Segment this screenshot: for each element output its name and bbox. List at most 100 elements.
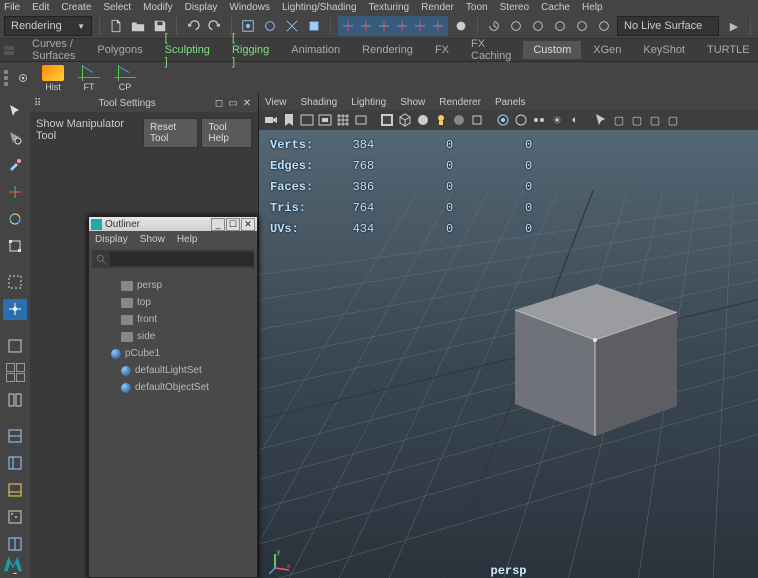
shelf-item-hist[interactable]: Hist	[38, 65, 68, 92]
vp-shadows-icon[interactable]	[451, 112, 467, 128]
history-icon[interactable]	[507, 17, 525, 35]
module-dropdown[interactable]: Rendering ▼	[4, 16, 92, 36]
shelf-tab-keyshot[interactable]: KeyShot	[633, 41, 695, 59]
vp-2d-pan-icon[interactable]	[317, 112, 333, 128]
history-icon[interactable]	[573, 17, 591, 35]
marquee-tool-icon[interactable]	[3, 272, 27, 293]
vp-prev-icon[interactable]	[593, 112, 609, 128]
snap-curve-icon[interactable]	[357, 17, 375, 35]
menu-edit[interactable]: Edit	[32, 2, 49, 13]
vp-gamma-icon[interactable]: ◐	[567, 112, 583, 128]
outliner-item-top[interactable]: top	[93, 294, 253, 311]
outliner-menu-display[interactable]: Display	[95, 234, 128, 245]
shelf-tab-fx[interactable]: FX	[425, 41, 459, 59]
layout-single-icon[interactable]	[3, 335, 27, 356]
viewport-3d[interactable]: Verts:38400 Edges:76800 Faces:38600 Tris…	[259, 130, 758, 578]
shelf-tab-polygons[interactable]: Polygons	[87, 41, 152, 59]
reset-tool-button[interactable]: Reset Tool	[143, 118, 198, 148]
vp-panel2-icon[interactable]: ▢	[647, 112, 663, 128]
vp-isolate-icon[interactable]	[469, 112, 485, 128]
layout-persp-icon[interactable]	[3, 426, 27, 447]
menu-help[interactable]: Help	[582, 2, 603, 13]
vp-xray-icon[interactable]	[513, 112, 529, 128]
outliner-menu-help[interactable]: Help	[177, 234, 198, 245]
shelf-tab-rigging[interactable]: [ Rigging ]	[222, 29, 279, 71]
vp-lights-icon[interactable]	[433, 112, 449, 128]
live-surface-field[interactable]: No Live Surface	[617, 16, 719, 36]
new-scene-icon[interactable]	[107, 17, 125, 35]
close-icon[interactable]: ✕	[240, 96, 254, 110]
rotate-tool-icon[interactable]	[3, 208, 27, 229]
vp-menu-view[interactable]: View	[265, 97, 287, 108]
dock-icon[interactable]: ◻	[212, 96, 226, 110]
shelf-tab-custom[interactable]: Custom	[523, 41, 581, 59]
popout-icon[interactable]: ▭	[226, 96, 240, 110]
sel-mask-icon[interactable]	[283, 17, 301, 35]
vp-wireframe-icon[interactable]	[397, 112, 413, 128]
sel-mask-icon[interactable]	[305, 17, 323, 35]
vp-gate-mask-icon[interactable]	[379, 112, 395, 128]
outliner-item-side[interactable]: side	[93, 328, 253, 345]
overflow-icon[interactable]: ▶	[725, 17, 743, 35]
vp-next-icon[interactable]: ▢	[611, 112, 627, 128]
vp-smooth-shade-icon[interactable]	[415, 112, 431, 128]
menu-stereo[interactable]: Stereo	[500, 2, 529, 13]
outliner-item-lightset[interactable]: defaultLightSet	[93, 362, 253, 379]
lasso-tool-icon[interactable]	[3, 127, 27, 148]
layout-outliner-icon[interactable]	[3, 453, 27, 474]
shelf-item-ft[interactable]: FT	[74, 65, 104, 92]
menu-select[interactable]: Select	[103, 2, 131, 13]
snap-live-icon[interactable]	[411, 17, 429, 35]
menu-cache[interactable]: Cache	[541, 2, 570, 13]
outliner-item-pcube1[interactable]: pCube1	[93, 345, 253, 362]
menu-file[interactable]: File	[4, 2, 20, 13]
close-icon[interactable]: ✕	[241, 218, 255, 231]
vp-grid-icon[interactable]	[335, 112, 351, 128]
search-icon[interactable]	[92, 250, 110, 268]
outliner-item-front[interactable]: front	[93, 311, 253, 328]
vp-exposure-icon[interactable]: ☀	[549, 112, 565, 128]
vp-film-gate-icon[interactable]	[353, 112, 369, 128]
shelf-gear-icon[interactable]	[14, 69, 32, 87]
vp-xray-joints-icon[interactable]	[531, 112, 547, 128]
shelf-item-cp[interactable]: CP	[110, 65, 140, 92]
menu-modify[interactable]: Modify	[143, 2, 172, 13]
menu-toon[interactable]: Toon	[466, 2, 488, 13]
shelf-tab-sculpting[interactable]: [ Sculpting ]	[155, 29, 220, 71]
select-tool-icon[interactable]	[3, 100, 27, 121]
outliner-item-persp[interactable]: persp	[93, 277, 253, 294]
show-manipulator-tool-icon[interactable]	[3, 299, 27, 320]
snap-point-icon[interactable]	[375, 17, 393, 35]
layout-two-v-icon[interactable]	[3, 389, 27, 410]
menu-lighting[interactable]: Lighting/Shading	[282, 2, 357, 13]
vp-menu-shading[interactable]: Shading	[301, 97, 338, 108]
menu-render[interactable]: Render	[421, 2, 454, 13]
snap-plane-icon[interactable]	[393, 17, 411, 35]
drag-dots-icon[interactable]: ⠿	[34, 98, 42, 109]
shelf-switch-icon[interactable]	[2, 44, 20, 57]
vp-menu-renderer[interactable]: Renderer	[439, 97, 481, 108]
layout-four-icon[interactable]	[3, 362, 27, 383]
shelf-handle-icon[interactable]	[4, 70, 8, 86]
layout-graph-icon[interactable]	[3, 480, 27, 501]
toggle-icon[interactable]	[452, 17, 470, 35]
outliner-menu-show[interactable]: Show	[140, 234, 165, 245]
vp-hq-icon[interactable]	[495, 112, 511, 128]
vp-menu-lighting[interactable]: Lighting	[351, 97, 386, 108]
menu-windows[interactable]: Windows	[229, 2, 270, 13]
menu-create[interactable]: Create	[61, 2, 91, 13]
outliner-window[interactable]: Outliner _ ☐ ✕ Display Show Help persp t…	[88, 216, 258, 578]
history-icon[interactable]	[595, 17, 613, 35]
layout-dope-icon[interactable]	[3, 507, 27, 528]
history-icon[interactable]	[485, 17, 503, 35]
vp-image-plane-icon[interactable]	[299, 112, 315, 128]
scale-tool-icon[interactable]	[3, 235, 27, 256]
shelf-tab-fxcaching[interactable]: FX Caching	[461, 35, 521, 65]
shelf-tab-xgen[interactable]: XGen	[583, 41, 631, 59]
open-scene-icon[interactable]	[129, 17, 147, 35]
vp-panel3-icon[interactable]: ▢	[665, 112, 681, 128]
outliner-search-input[interactable]	[110, 252, 254, 266]
paint-select-tool-icon[interactable]	[3, 154, 27, 175]
shelf-tab-turtle[interactable]: TURTLE	[697, 41, 758, 59]
layout-hyper-icon[interactable]	[3, 534, 27, 555]
